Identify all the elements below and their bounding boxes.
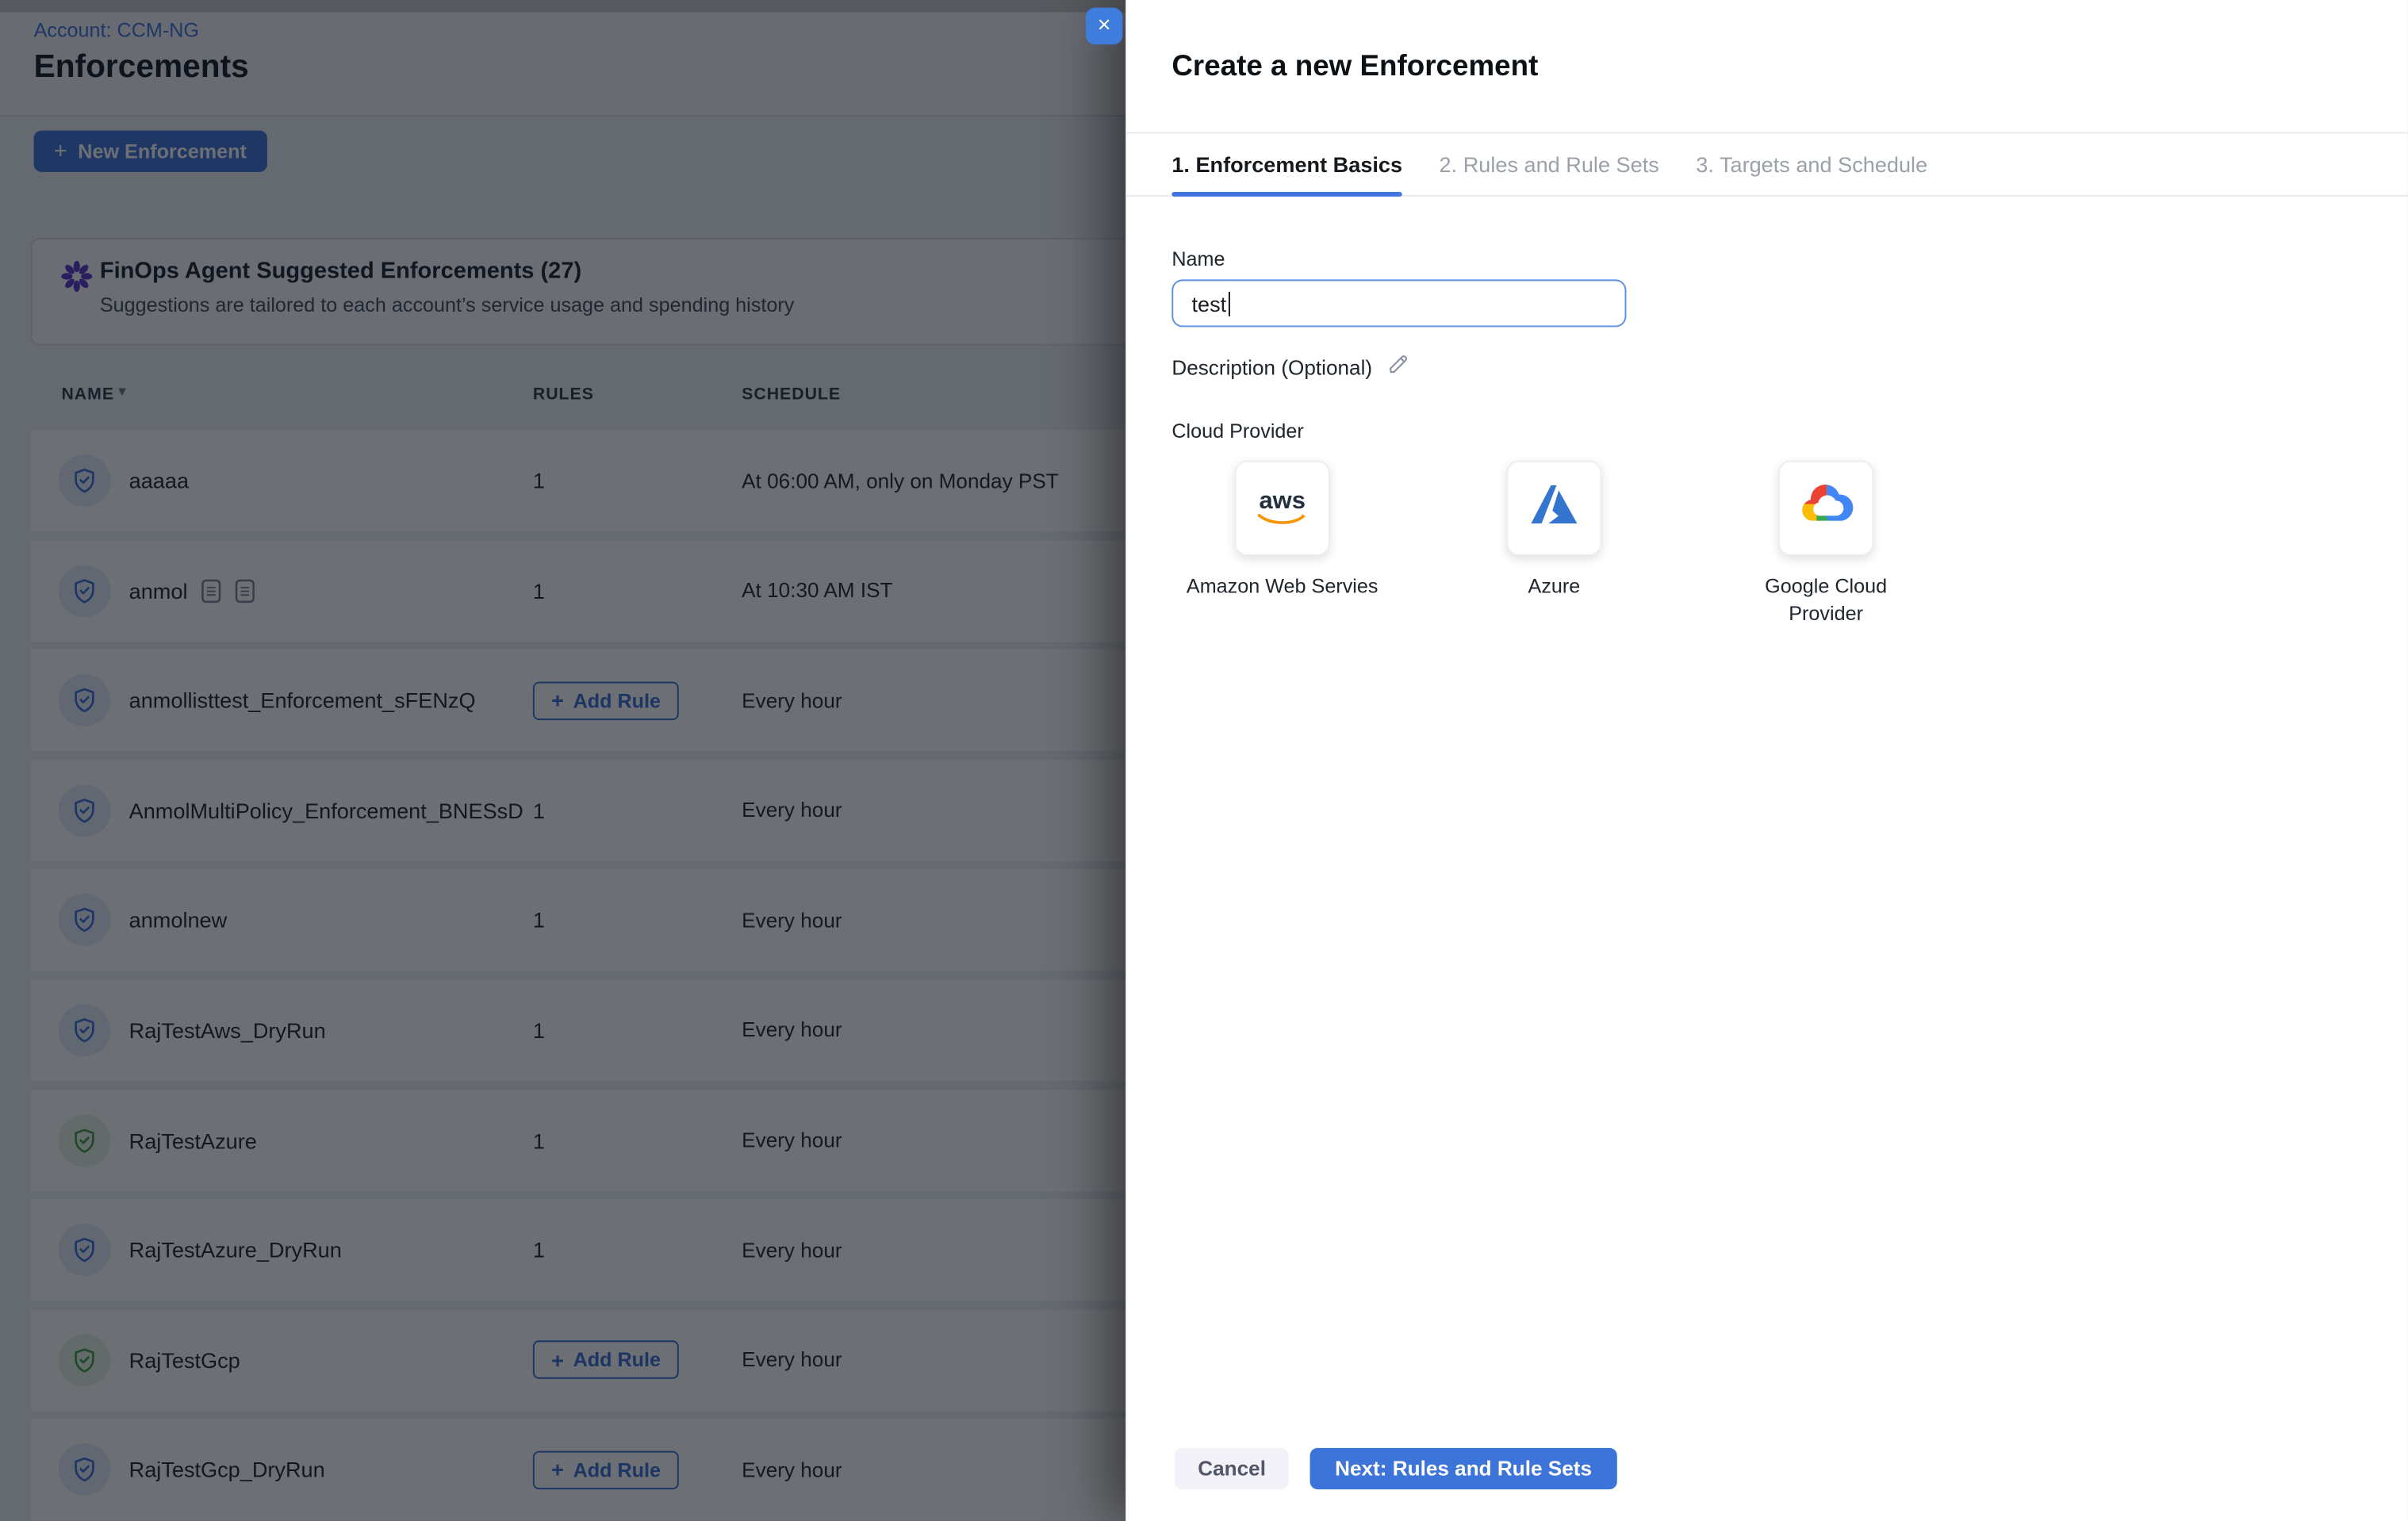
azure-card[interactable]: [1506, 461, 1601, 556]
drawer-footer: Cancel Next: Rules and Rule Sets: [1175, 1448, 1616, 1489]
tab-enforcement-basics[interactable]: 1. Enforcement Basics: [1171, 133, 1402, 194]
drawer-title: Create a new Enforcement: [1171, 51, 2362, 85]
tab-targets-and-schedule[interactable]: 3. Targets and Schedule: [1696, 133, 1927, 194]
edit-description-button[interactable]: [1386, 353, 1409, 381]
drawer-header: Create a new Enforcement: [1125, 0, 2408, 133]
gcp-card[interactable]: [1778, 461, 1873, 556]
tab-rules-and-rule-sets[interactable]: 2. Rules and Rule Sets: [1440, 133, 1659, 194]
aws-logo-icon: aws: [1258, 491, 1307, 527]
screen: Account: CCM-NG Enforcements + New Enfor…: [0, 0, 2408, 1521]
pencil-icon: [1386, 353, 1409, 381]
cancel-button[interactable]: Cancel: [1175, 1448, 1289, 1489]
cloud-provider-options: aws Amazon Web Servies: [1183, 461, 2362, 628]
description-label: Description (Optional): [1171, 355, 1372, 378]
close-drawer-button[interactable]: ×: [1086, 8, 1122, 44]
provider-gcp[interactable]: Google Cloud Provider: [1726, 461, 1926, 628]
text-cursor: [1228, 291, 1230, 316]
name-input-value: test: [1191, 291, 1226, 316]
provider-azure[interactable]: Azure: [1455, 461, 1655, 628]
name-input[interactable]: test: [1171, 279, 1626, 327]
azure-logo-icon: [1531, 485, 1577, 531]
wizard-tabs: 1. Enforcement Basics 2. Rules and Rule …: [1125, 133, 2408, 196]
next-button[interactable]: Next: Rules and Rule Sets: [1310, 1448, 1616, 1489]
aws-label: Amazon Web Servies: [1183, 573, 1382, 600]
gcp-logo-icon: [1799, 483, 1853, 534]
gcp-label: Google Cloud Provider: [1726, 573, 1926, 628]
azure-label: Azure: [1455, 573, 1655, 600]
cloud-provider-label: Cloud Provider: [1171, 420, 2362, 443]
create-enforcement-drawer: Create a new Enforcement 1. Enforcement …: [1125, 0, 2408, 1521]
description-row: Description (Optional): [1171, 353, 2362, 381]
provider-aws[interactable]: aws Amazon Web Servies: [1183, 461, 1382, 628]
aws-card[interactable]: aws: [1235, 461, 1330, 556]
name-label: Name: [1171, 247, 2362, 270]
drawer-body: Name test Description (Optional) Cloud P…: [1125, 247, 2408, 628]
close-icon: ×: [1098, 12, 1111, 38]
